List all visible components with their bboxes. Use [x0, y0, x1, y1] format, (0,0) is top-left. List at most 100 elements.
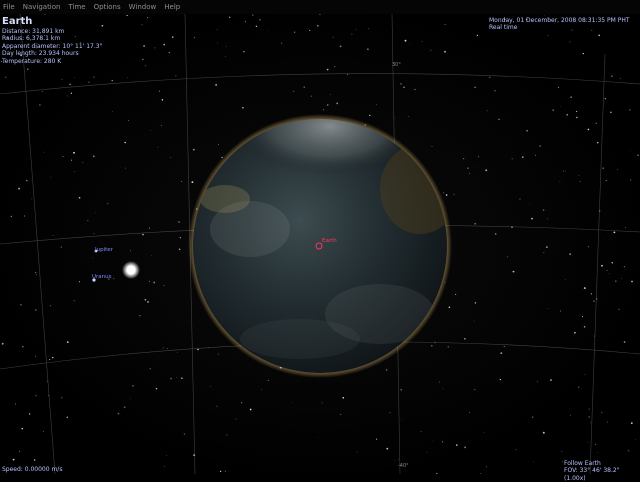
star — [400, 83, 402, 85]
menu-file[interactable]: File — [0, 0, 19, 14]
star — [125, 167, 126, 169]
star — [611, 262, 613, 264]
star — [148, 227, 150, 229]
star — [166, 455, 168, 457]
star — [430, 49, 432, 51]
star — [506, 256, 509, 258]
star — [318, 437, 319, 438]
star — [587, 128, 590, 131]
time-mode: Real time — [489, 24, 518, 32]
star — [149, 368, 151, 370]
menu-help[interactable]: Help — [160, 0, 184, 14]
star — [112, 111, 114, 113]
star — [267, 29, 268, 31]
star — [142, 233, 144, 236]
star — [27, 68, 29, 70]
star — [533, 461, 534, 463]
star — [477, 156, 479, 158]
star — [560, 106, 562, 108]
star — [294, 31, 296, 33]
star — [444, 23, 446, 26]
star — [18, 187, 21, 190]
earth-label[interactable]: Earth — [322, 238, 337, 244]
star — [1, 342, 4, 345]
star — [191, 181, 194, 184]
star — [564, 170, 566, 172]
star — [536, 381, 538, 383]
star — [468, 172, 471, 175]
star — [576, 116, 578, 119]
star — [306, 28, 308, 30]
star — [43, 430, 44, 432]
star — [164, 466, 165, 467]
star — [155, 387, 158, 390]
star — [566, 113, 569, 116]
star — [36, 274, 37, 276]
menu-time[interactable]: Time — [64, 0, 89, 14]
temperature-line: Temperature: 280 K — [2, 57, 62, 65]
star — [477, 167, 478, 169]
star — [147, 301, 149, 303]
star — [473, 320, 475, 322]
star — [130, 250, 131, 252]
star — [486, 110, 488, 112]
star — [604, 98, 606, 100]
star — [12, 458, 15, 461]
star — [150, 130, 152, 131]
star — [597, 142, 599, 144]
star — [319, 14, 321, 15]
star — [420, 430, 422, 433]
star — [430, 344, 433, 347]
space-view[interactable] — [0, 14, 640, 474]
star — [607, 421, 609, 423]
star — [52, 235, 54, 237]
star — [535, 154, 536, 156]
star — [597, 452, 599, 453]
star — [539, 145, 542, 147]
star — [176, 377, 177, 378]
star — [375, 438, 378, 440]
star — [144, 298, 147, 301]
star — [474, 222, 477, 225]
star — [44, 14, 46, 15]
star — [462, 157, 465, 160]
star — [570, 96, 572, 98]
star — [70, 92, 73, 94]
jupiter-label[interactable]: Jupiter — [95, 247, 113, 253]
star — [321, 402, 323, 404]
star — [177, 351, 178, 353]
star — [588, 408, 590, 410]
star — [569, 41, 571, 43]
star — [309, 29, 311, 31]
star — [149, 280, 150, 282]
star — [66, 95, 68, 97]
star — [445, 194, 448, 196]
star — [49, 305, 51, 307]
sun-star[interactable] — [122, 261, 140, 279]
menu-navigation[interactable]: Navigation — [19, 0, 65, 14]
star — [244, 21, 246, 23]
star — [515, 449, 517, 451]
star — [310, 95, 312, 97]
star — [216, 29, 218, 31]
star — [582, 52, 585, 55]
day-length-line: Day length: 23.934 hours — [2, 50, 79, 58]
star — [623, 341, 626, 343]
star — [61, 78, 63, 81]
star — [28, 413, 31, 415]
uranus-label[interactable]: Uranus — [92, 274, 112, 280]
star — [252, 14, 254, 16]
star — [123, 406, 126, 409]
star — [375, 103, 377, 105]
star — [498, 118, 500, 121]
star — [35, 309, 37, 311]
star — [160, 125, 162, 127]
fov-readout: FOV: 33° 46' 38.2" (1.00x) — [564, 467, 620, 482]
menu-options[interactable]: Options — [90, 0, 125, 14]
menu-window[interactable]: Window — [125, 0, 161, 14]
star — [4, 76, 7, 79]
star — [494, 233, 497, 235]
star — [23, 215, 25, 217]
star — [564, 278, 566, 280]
star — [161, 99, 164, 101]
